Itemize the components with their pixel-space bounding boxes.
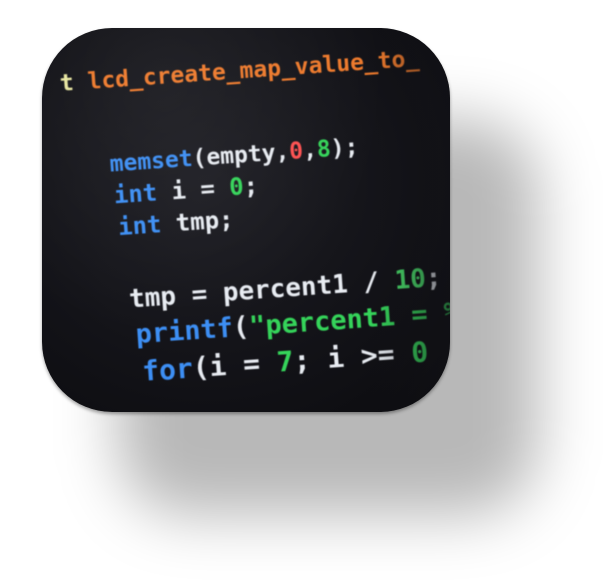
code-token-decl: i = (156, 173, 231, 207)
code-token-function-name: lcd_create_map_value_to_ (86, 45, 421, 95)
code-line-int-tmp: int tmp; (117, 205, 234, 241)
code-token-cond: ; i >= (292, 336, 413, 378)
code-photo-tile: t lcd_create_map_value_to_ memset(empty,… (42, 28, 450, 412)
code-token-type: int (117, 210, 163, 242)
code-token-semicolon: ; (242, 171, 259, 201)
code-token-close: ); (329, 134, 360, 163)
code-snippet: t lcd_create_map_value_to_ memset(empty,… (42, 28, 450, 411)
code-token-keyword: for (141, 351, 194, 388)
code-token-keyword: t (59, 69, 75, 97)
code-token-number: 10 (393, 263, 427, 296)
code-token-decl: tmp; (160, 205, 235, 239)
code-token-type: int (112, 178, 159, 210)
code-token-args: (empty, (191, 139, 291, 172)
code-line-function-signature: t lcd_create_map_value_to_ (59, 46, 420, 97)
code-token-function: printf (134, 312, 235, 351)
code-line-memset: memset(empty,0,8); (109, 134, 360, 177)
code-token-cond: (i = (191, 345, 278, 385)
code-token-cond: ;i--) (443, 327, 450, 367)
code-line-int-i: int i = 0; (113, 171, 259, 209)
code-token-semicolon: ; (424, 262, 443, 294)
image-canvas: t lcd_create_map_value_to_ memset(empty,… (0, 0, 609, 585)
code-token-function: memset (108, 145, 194, 178)
